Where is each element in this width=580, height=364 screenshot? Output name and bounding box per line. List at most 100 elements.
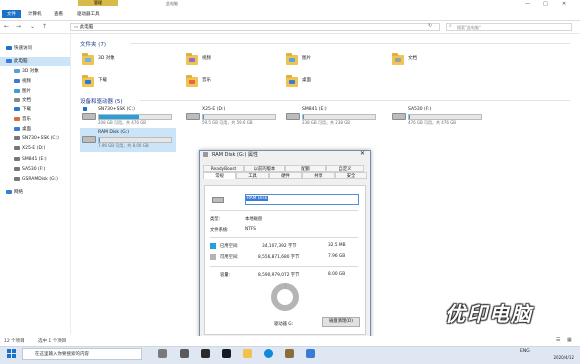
capacity-size: 8.00 GB — [328, 272, 345, 277]
dialog-tab[interactable]: 常规 — [203, 172, 236, 179]
sidebar-item-label: 文档 — [22, 98, 31, 103]
section-divider — [130, 43, 570, 44]
sidebar-item[interactable]: 桌面 — [0, 125, 70, 134]
close-icon[interactable]: ✕ — [562, 1, 566, 7]
edge-icon[interactable] — [264, 349, 273, 358]
steam-icon[interactable] — [222, 349, 231, 358]
folder-name[interactable]: 桌面 — [302, 77, 311, 83]
minimize-icon[interactable]: — — [525, 1, 530, 7]
folder-name[interactable]: 音乐 — [202, 77, 211, 83]
sidebar-item[interactable]: 3D 对象 — [0, 67, 70, 76]
sidebar-item[interactable]: 图片 — [0, 87, 70, 96]
tab-file[interactable]: 文件 — [2, 10, 21, 18]
sidebar-item-label: SA530 (F:) — [22, 167, 45, 172]
refresh-icon[interactable]: ↻ — [428, 23, 432, 29]
sidebar-item-label: SN730+SSK (C:) — [22, 136, 59, 141]
drive-free-space: 59.5 GB 可用，共 59.6 GB — [202, 120, 253, 126]
maximize-icon[interactable]: □ — [543, 1, 548, 7]
sidebar-item-icon — [14, 107, 20, 111]
used-space-label: 已用空间: — [220, 243, 239, 249]
sidebar-item[interactable]: X25-E (D:) — [0, 144, 70, 153]
sidebar-item[interactable]: 音乐 — [0, 115, 70, 124]
folder-name[interactable]: 视频 — [202, 55, 211, 61]
drive-name[interactable]: SN730+SSK (C:) — [98, 107, 135, 112]
dialog-tab[interactable]: 自定义 — [326, 165, 364, 172]
sidebar-item-label: 音乐 — [22, 117, 31, 122]
tiles-view-icon[interactable]: ▦ — [567, 337, 572, 343]
sidebar-item[interactable]: SM841 (E:) — [0, 155, 70, 164]
sidebar-item-icon — [14, 136, 20, 140]
sidebar-item[interactable]: 下载 — [0, 105, 70, 114]
sidebar-item[interactable]: 此电脑 — [0, 57, 70, 66]
folder-badge-icon — [289, 80, 295, 84]
volume-name-input[interactable]: RAM Disk — [245, 194, 359, 205]
free-space-size: 7.96 GB — [328, 254, 345, 259]
up-icon[interactable]: ↑ — [42, 23, 47, 30]
type-value: 本地磁盘 — [245, 216, 262, 222]
address-field[interactable]: ▭ 此电脑 — [70, 23, 440, 31]
folders-section-title[interactable]: 文件夹 (7) — [80, 40, 106, 48]
sidebar-item[interactable]: SA530 (F:) — [0, 165, 70, 174]
drive-icon[interactable] — [186, 113, 200, 120]
folder-name[interactable]: 图片 — [302, 55, 311, 61]
tab-view[interactable]: 查看 — [54, 11, 63, 17]
sidebar-item[interactable]: SN730+SSK (C:) — [0, 134, 70, 143]
free-space-swatch — [210, 254, 216, 260]
sidebar-item[interactable]: 视频 — [0, 77, 70, 86]
taskbar-search-input[interactable]: 在这里输入你要搜索的内容 — [22, 348, 142, 360]
sidebar-item[interactable]: 网络 — [0, 188, 70, 197]
drives-section-title[interactable]: 设备和驱动器 (5) — [80, 97, 123, 105]
folder-name[interactable]: 3D 对象 — [98, 55, 115, 61]
file-explorer-icon[interactable] — [243, 349, 252, 358]
ime-indicator[interactable]: ENG — [520, 349, 530, 354]
tab-computer[interactable]: 计算机 — [28, 11, 42, 17]
search-input[interactable]: 搜索"此电脑" — [446, 23, 572, 31]
dialog-tab[interactable]: 以前的版本 — [244, 165, 285, 172]
dialog-title: RAM Disk (G:) 属性 — [212, 151, 258, 158]
back-icon[interactable]: ← — [4, 23, 9, 30]
free-ring — [274, 286, 296, 308]
clock-date[interactable]: 2020/4/12 — [530, 355, 574, 360]
forward-icon[interactable]: → — [16, 23, 21, 30]
drive-free-space: 208 GB 可用，共 476 GB — [98, 120, 146, 126]
sidebar-item-icon — [14, 127, 20, 131]
drive-icon[interactable] — [286, 113, 300, 120]
start-icon[interactable] — [7, 349, 16, 358]
manage-tab[interactable]: 管理 — [78, 0, 118, 6]
dialog-tab[interactable]: 配额 — [285, 165, 326, 172]
sidebar-item[interactable]: GSRAMDisk (G:) — [0, 175, 70, 184]
drive-name[interactable]: SM841 (E:) — [302, 107, 327, 112]
dialog-tab[interactable]: 工具 — [236, 172, 269, 179]
task-view-icon[interactable] — [180, 349, 189, 358]
details-view-icon[interactable]: ☰ — [556, 337, 560, 343]
folder-badge-icon — [85, 58, 91, 62]
cortana-icon[interactable] — [158, 349, 167, 358]
app-icon[interactable] — [285, 349, 294, 358]
disk-cleanup-button[interactable]: 磁盘清理(D) — [322, 317, 360, 327]
recent-dropdown-icon[interactable]: ⌄ — [30, 23, 35, 30]
drive-name[interactable]: X25-E (D:) — [202, 107, 225, 112]
drive-name[interactable]: SA530 (F:) — [408, 107, 431, 112]
dialog-tab[interactable]: 共享 — [302, 172, 335, 179]
media-icon[interactable] — [201, 349, 210, 358]
dialog-tab[interactable]: 安全 — [335, 172, 367, 179]
drive-usage-fill — [303, 115, 304, 119]
sidebar-item[interactable]: 快速访问 — [0, 44, 70, 53]
sidebar-item-label: 下载 — [22, 107, 31, 112]
tab-drive-tools[interactable]: 驱动器工具 — [77, 11, 100, 17]
dialog-tab[interactable]: 硬件 — [269, 172, 302, 179]
app-icon[interactable] — [306, 349, 315, 358]
folder-name[interactable]: 文档 — [408, 55, 417, 61]
dialog-tab[interactable]: ReadyBoost — [203, 165, 244, 172]
sidebar-item[interactable]: 文档 — [0, 96, 70, 105]
folder-name[interactable]: 下载 — [98, 77, 107, 83]
drive-usage-fill — [99, 115, 139, 119]
disk-usage-donut — [270, 282, 300, 312]
drive-name[interactable]: RAM Disk (G:) — [98, 130, 129, 135]
drive-icon[interactable] — [82, 136, 96, 143]
drive-icon[interactable] — [82, 113, 96, 120]
drive-icon[interactable] — [392, 113, 406, 120]
sidebar-item-label: 图片 — [22, 89, 31, 94]
sidebar-item-icon — [14, 79, 20, 83]
close-icon[interactable]: ✕ — [360, 150, 365, 157]
